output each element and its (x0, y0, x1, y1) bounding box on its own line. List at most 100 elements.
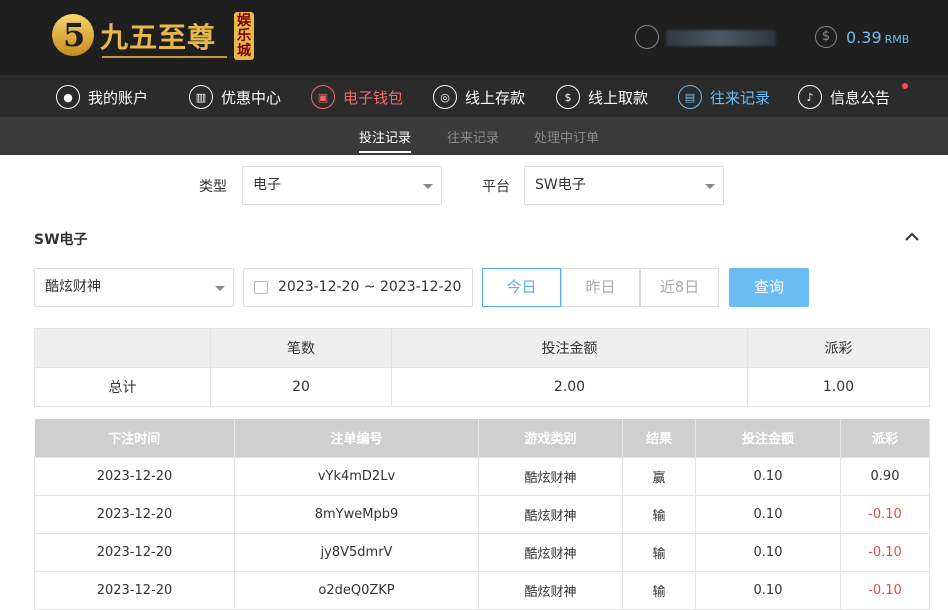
table-cell: 酷炫财神 (478, 494, 623, 534)
balance-value: 0.39 (846, 28, 882, 47)
table-cell: 0.10 (695, 570, 841, 610)
chevron-down-icon (215, 286, 225, 291)
notification-dot (902, 83, 908, 89)
user-icon: ● (56, 85, 80, 109)
platform-value: SW电子 (535, 177, 586, 193)
logo-mark-icon (52, 14, 94, 56)
summary-cell: 2.00 (391, 367, 748, 407)
dollar-icon: $ (815, 26, 837, 48)
deposit-icon: ◎ (433, 85, 457, 109)
table-cell: jy8V5dmrV (234, 532, 479, 572)
table-cell: 8mYweMpb9 (234, 494, 479, 534)
column-header[interactable]: 注单编号 (234, 419, 479, 457)
date-range-input[interactable]: 2023-12-20 ~ 2023-12-20 (243, 268, 473, 307)
table-row: 2023-12-20 jy8V5dmrV 酷炫财神 输 0.10 -0.10 (34, 532, 930, 572)
table-row: 2023-12-20 8mYweMpb9 酷炫财神 输 0.10 -0.10 (34, 494, 930, 534)
nav-label: 优惠中心 (221, 88, 282, 107)
avatar-icon[interactable] (635, 25, 659, 49)
query-button[interactable]: 查询 (729, 268, 809, 307)
table-cell: o2deQ0ZKP (234, 570, 479, 610)
nav-label: 线上存款 (465, 88, 526, 107)
record-icon: ▤ (678, 85, 702, 109)
calendar-icon (254, 281, 268, 294)
nav-label: 电子钱包 (343, 88, 404, 107)
table-row: 2023-12-20 o2deQ0ZKP 酷炫财神 输 0.10 -0.10 (34, 570, 930, 610)
bet-records-table: 下注时间 注单编号 游戏类别 结果 投注金额 派彩 2023-12-20 vYk… (34, 419, 930, 610)
nav-my-account[interactable]: ● 我的账户 (56, 83, 148, 111)
table-cell: 赢 (622, 456, 696, 496)
nav-label: 线上取款 (588, 88, 649, 107)
gift-icon: ▥ (189, 85, 213, 109)
column-header[interactable]: 投注金额 (695, 419, 841, 457)
table-cell: 0.10 (695, 456, 841, 496)
column-header[interactable]: 下注时间 (34, 419, 235, 457)
brand-name: 九五至尊 (100, 21, 217, 54)
summary-header (34, 328, 211, 368)
type-label: 类型 (199, 179, 227, 195)
main-nav: ● 我的账户 ▥ 优惠中心 ▣ 电子钱包 ◎ 线上存款 $ 线上取款 ▤ 往来记录 ♪ 信息公… (0, 75, 948, 117)
column-header[interactable]: 派彩 (840, 419, 930, 457)
table-cell: 输 (622, 570, 696, 610)
summary-table: 笔数 投注金额 派彩 总计 20 2.00 1.00 (34, 328, 930, 407)
summary-cell: 20 (210, 367, 392, 407)
nav-records[interactable]: ▤ 往来记录 (678, 83, 770, 111)
nav-label: 往来记录 (710, 88, 771, 107)
table-cell: -0.10 (840, 570, 930, 610)
platform-select[interactable]: SW电子 (524, 166, 724, 205)
account-balance: 0.39 RMB (846, 28, 909, 47)
date-range-value: 2023-12-20 ~ 2023-12-20 (278, 279, 462, 295)
game-value: 酷炫财神 (45, 279, 101, 295)
column-header[interactable]: 游戏类别 (478, 419, 623, 457)
chevron-up-icon[interactable] (905, 230, 919, 244)
chevron-down-icon (423, 184, 433, 189)
withdraw-icon: $ (556, 85, 580, 109)
table-cell: 2023-12-20 (34, 456, 235, 496)
range-last8days-button[interactable]: 近8日 (640, 268, 719, 307)
table-cell: 0.90 (840, 456, 930, 496)
nav-wallet[interactable]: ▣ 电子钱包 (311, 83, 403, 111)
table-cell: 2023-12-20 (34, 494, 235, 534)
table-cell: -0.10 (840, 532, 930, 572)
tab-pending-orders[interactable]: 处理中订单 (534, 127, 599, 146)
tab-bet-records[interactable]: 投注记录 (359, 127, 412, 153)
nav-label: 信息公告 (830, 88, 891, 107)
table-cell: 酷炫财神 (478, 570, 623, 610)
nav-deposit[interactable]: ◎ 线上存款 (433, 83, 525, 111)
chevron-down-icon (705, 184, 715, 189)
wallet-icon: ▣ (311, 85, 335, 109)
nav-promotions[interactable]: ▥ 优惠中心 (189, 83, 281, 111)
nav-announcements[interactable]: ♪ 信息公告 (798, 83, 890, 111)
table-cell: 0.10 (695, 494, 841, 534)
table-cell: 2023-12-20 (34, 570, 235, 610)
range-yesterday-button[interactable]: 昨日 (561, 268, 640, 307)
summary-header: 投注金额 (391, 328, 748, 368)
brand-badge: 娱乐城 (234, 12, 254, 60)
summary-header: 笔数 (210, 328, 392, 368)
table-cell: 0.10 (695, 532, 841, 572)
top-header: 九五至尊 娱乐城 $ 0.39RMB (0, 0, 948, 75)
balance-currency: RMB (884, 33, 910, 46)
bell-icon: ♪ (798, 85, 822, 109)
summary-cell: 1.00 (747, 367, 930, 407)
column-header[interactable]: 结果 (622, 419, 696, 457)
summary-cell: 总计 (34, 367, 211, 407)
table-row: 2023-12-20 vYk4mD2Lv 酷炫财神 赢 0.10 0.90 (34, 456, 930, 496)
game-select[interactable]: 酷炫财神 (34, 268, 234, 307)
table-cell: 2023-12-20 (34, 532, 235, 572)
summary-header: 派彩 (747, 328, 930, 368)
table-cell: 输 (622, 532, 696, 572)
platform-label: 平台 (482, 179, 510, 195)
type-value: 电子 (253, 177, 281, 193)
logo-divider (102, 56, 227, 58)
masked-username (666, 30, 776, 46)
tab-transactions[interactable]: 往来记录 (447, 127, 499, 146)
sub-tabs: 投注记录 往来记录 处理中订单 (0, 117, 948, 155)
table-cell: -0.10 (840, 494, 930, 534)
nav-withdraw[interactable]: $ 线上取款 (556, 83, 648, 111)
range-today-button[interactable]: 今日 (482, 268, 561, 307)
type-select[interactable]: 电子 (242, 166, 442, 205)
table-cell: 酷炫财神 (478, 456, 623, 496)
table-cell: 酷炫财神 (478, 532, 623, 572)
section-title: SW电子 (34, 232, 88, 248)
brand-logo[interactable]: 九五至尊 娱乐城 (52, 10, 257, 66)
